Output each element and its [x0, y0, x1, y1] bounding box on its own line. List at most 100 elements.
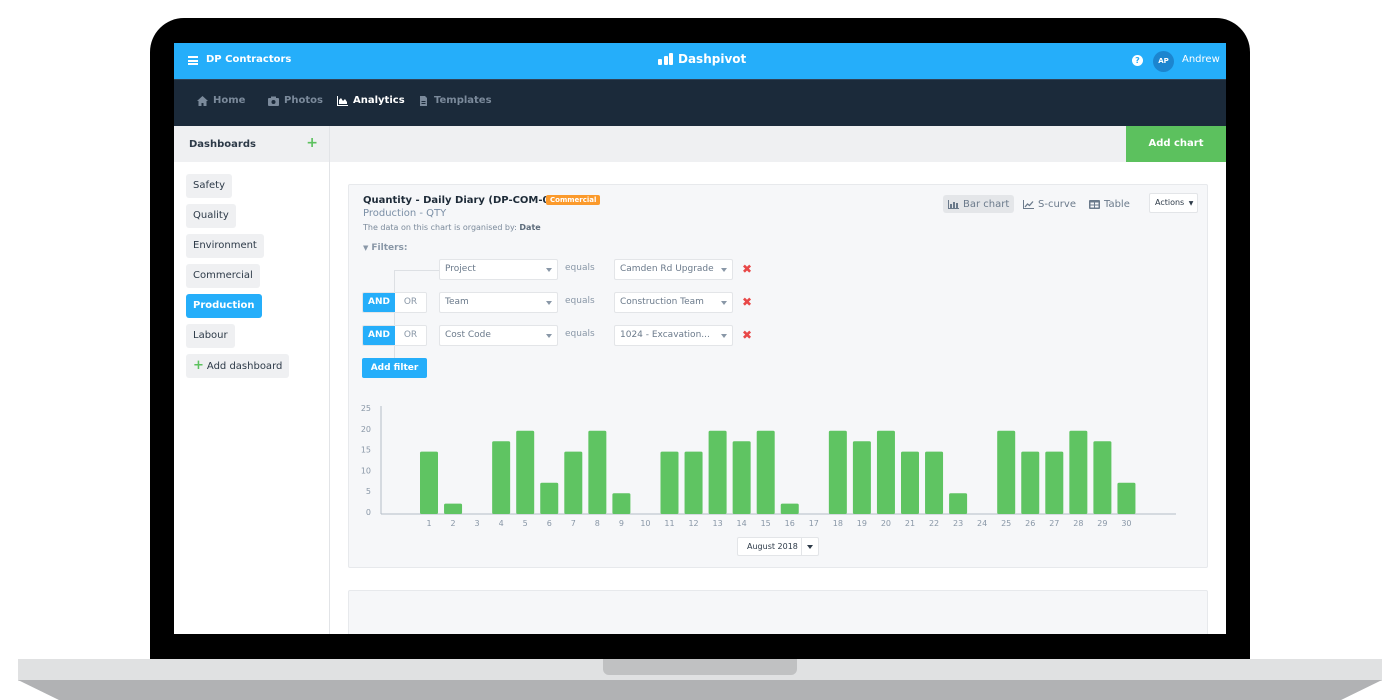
- filters-toggle[interactable]: ▼ Filters:: [363, 243, 408, 253]
- bar[interactable]: [612, 493, 631, 514]
- add-dashboard-button[interactable]: + Add dashboard: [186, 354, 290, 378]
- main-content: Add chart Quantity - Daily Diary (DP-COM…: [330, 126, 1226, 634]
- view-s-curve-button[interactable]: S-curve: [1018, 195, 1081, 213]
- bar[interactable]: [828, 430, 847, 514]
- dashboard-item-environment[interactable]: Environment: [186, 234, 264, 258]
- avatar[interactable]: AP: [1153, 51, 1174, 72]
- nav-item-photos[interactable]: Photos: [268, 95, 323, 106]
- bar[interactable]: [1069, 430, 1088, 514]
- actions-label: Actions: [1155, 198, 1185, 207]
- remove-filter-icon[interactable]: ✖: [742, 295, 752, 309]
- question-circle-icon[interactable]: ?: [1132, 55, 1143, 66]
- app-screen: DP Contractors Dashpivot ? AP Andrew Hom…: [174, 43, 1226, 634]
- bar-logo-icon: [658, 53, 673, 65]
- x-tick-label: 9: [619, 519, 624, 528]
- nav-item-templates[interactable]: Templates: [418, 95, 492, 106]
- x-tick-label: 23: [953, 519, 963, 528]
- filter-value-select[interactable]: Camden Rd Upgrade: [614, 259, 733, 280]
- filter-value-select[interactable]: Construction Team: [614, 292, 733, 313]
- remove-filter-icon[interactable]: ✖: [742, 262, 752, 276]
- x-tick-label: 27: [1049, 519, 1059, 528]
- filter-field-select[interactable]: Team: [439, 292, 558, 313]
- bar[interactable]: [756, 430, 775, 514]
- filter-field-value: Project: [445, 264, 476, 274]
- add-filter-button[interactable]: Add filter: [362, 358, 427, 378]
- or-button[interactable]: OR: [395, 293, 426, 312]
- x-tick-label: 7: [571, 519, 576, 528]
- laptop-bottom: [18, 680, 1382, 700]
- filter-field-select[interactable]: Cost Code: [439, 325, 558, 346]
- filter-field-value: Cost Code: [445, 330, 491, 340]
- filter-row: AND OR Cost Code equals 1024 - Excavatio…: [349, 325, 1207, 347]
- or-button[interactable]: OR: [395, 326, 426, 345]
- nav-label: Home: [213, 95, 246, 106]
- add-chart-button[interactable]: Add chart: [1126, 126, 1226, 162]
- and-button[interactable]: AND: [363, 293, 395, 312]
- x-tick-label: 26: [1025, 519, 1035, 528]
- bar[interactable]: [1093, 441, 1112, 514]
- bar[interactable]: [564, 451, 583, 514]
- nav-label: Templates: [434, 95, 492, 106]
- filter-field-select[interactable]: Project: [439, 259, 558, 280]
- dashboard-item-labour[interactable]: Labour: [186, 324, 235, 348]
- filter-value: Camden Rd Upgrade: [620, 264, 714, 274]
- bar[interactable]: [708, 430, 727, 514]
- y-tick-label: 15: [361, 446, 371, 455]
- bar[interactable]: [949, 493, 968, 514]
- bar[interactable]: [732, 441, 751, 514]
- filter-value-select[interactable]: 1024 - Excavation...: [614, 325, 733, 346]
- bar[interactable]: [444, 503, 463, 514]
- remove-filter-icon[interactable]: ✖: [742, 328, 752, 342]
- bar[interactable]: [588, 430, 607, 514]
- bar[interactable]: [1117, 482, 1136, 514]
- select-divider: [801, 538, 802, 555]
- bar[interactable]: [540, 482, 559, 514]
- period-select[interactable]: August 2018: [737, 537, 819, 556]
- organization-name[interactable]: DP Contractors: [206, 54, 291, 65]
- x-tick-label: 21: [905, 519, 915, 528]
- and-or-toggle: AND OR: [362, 325, 427, 346]
- brand-logo[interactable]: Dashpivot: [658, 52, 746, 66]
- bar[interactable]: [492, 441, 511, 514]
- bar[interactable]: [1045, 451, 1064, 514]
- bar[interactable]: [852, 441, 871, 514]
- view-bar-chart-button[interactable]: Bar chart: [943, 195, 1015, 213]
- second-chart-card: [348, 590, 1208, 634]
- dashboard-item-quality[interactable]: Quality: [186, 204, 236, 228]
- add-dashboard-plus-icon[interactable]: +: [306, 136, 318, 150]
- hamburger-menu-icon[interactable]: [188, 56, 198, 65]
- nav-item-home[interactable]: Home: [197, 95, 245, 106]
- bar[interactable]: [780, 503, 799, 514]
- bar[interactable]: [420, 451, 438, 514]
- dashboard-item-safety[interactable]: Safety: [186, 174, 232, 198]
- caret-down-icon: [807, 545, 813, 549]
- bar[interactable]: [660, 451, 679, 514]
- caret-down-icon: [546, 334, 552, 338]
- y-tick-label: 5: [366, 487, 371, 496]
- bar[interactable]: [1021, 451, 1040, 514]
- nav-item-analytics[interactable]: Analytics: [337, 95, 405, 106]
- add-dashboard-label: Add dashboard: [206, 361, 283, 372]
- view-table-button[interactable]: Table: [1084, 195, 1135, 213]
- x-tick-label: 15: [761, 519, 771, 528]
- bar[interactable]: [684, 451, 703, 514]
- y-tick-label: 25: [361, 404, 371, 413]
- bar[interactable]: [516, 430, 535, 514]
- bar[interactable]: [876, 430, 895, 514]
- filter-value: 1024 - Excavation...: [620, 330, 710, 340]
- bar[interactable]: [997, 430, 1016, 514]
- bar[interactable]: [925, 451, 944, 514]
- filter-field-value: Team: [445, 297, 469, 307]
- y-tick-label: 10: [361, 466, 371, 475]
- x-tick-label: 3: [475, 519, 480, 528]
- dashboard-item-commercial[interactable]: Commercial: [186, 264, 260, 288]
- x-tick-label: 13: [713, 519, 723, 528]
- user-name[interactable]: Andrew: [1182, 54, 1220, 65]
- x-tick-label: 12: [688, 519, 698, 528]
- filter-operator: equals: [565, 329, 595, 339]
- x-tick-label: 29: [1097, 519, 1107, 528]
- dashboard-item-production[interactable]: Production: [186, 294, 262, 318]
- and-button[interactable]: AND: [363, 326, 395, 345]
- actions-dropdown[interactable]: Actions ▼: [1149, 193, 1198, 213]
- bar[interactable]: [901, 451, 919, 514]
